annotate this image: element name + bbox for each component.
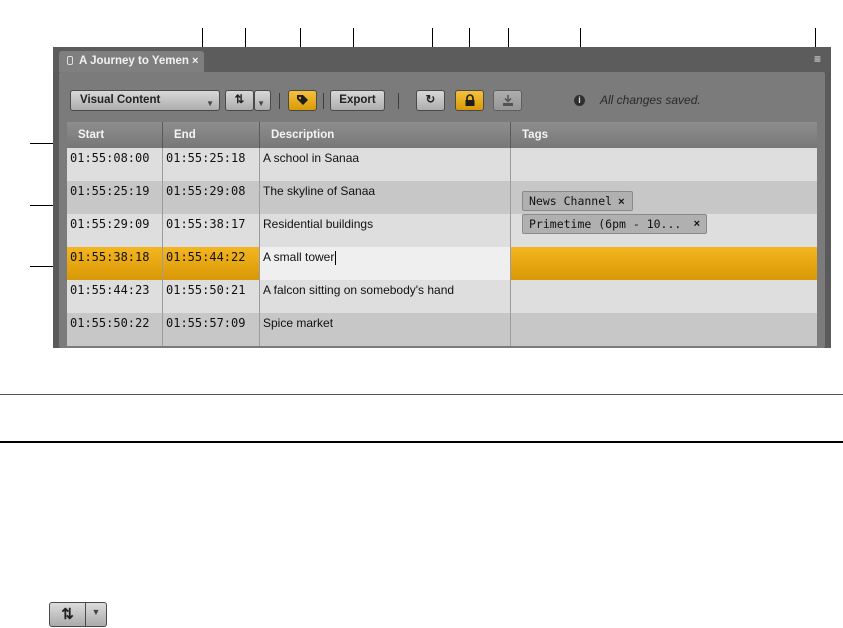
sort-menu-button[interactable]: ▼ (86, 602, 107, 627)
toolbar-divider (398, 93, 399, 109)
divider-rule (0, 394, 843, 395)
tags-cell[interactable] (511, 280, 817, 313)
dropdown-arrow-icon: ▼ (257, 99, 265, 108)
tab-title: A Journey to Yemen (79, 55, 189, 67)
column-header-start[interactable]: Start (67, 122, 163, 148)
panel-tab-bar: A Journey to Yemen × ≡ (53, 47, 831, 72)
sort-arrows-icon: ⇅ (61, 606, 74, 623)
start-cell[interactable]: 01:55:44:23 (67, 280, 163, 313)
lock-icon (465, 94, 474, 106)
description-cell[interactable]: The skyline of Sanaa (260, 181, 511, 214)
description-cell[interactable]: A falcon sitting on somebody's hand (260, 280, 511, 313)
tag-icon (297, 95, 308, 105)
tags-cell[interactable]: News Channel × (511, 181, 817, 214)
toolbar: Visual Content ▼ ⇅ ▼ Export ↻ i All chan… (59, 72, 825, 111)
end-cell[interactable]: 01:55:38:17 (163, 214, 260, 247)
tags-cell[interactable] (511, 313, 817, 346)
end-cell[interactable]: 01:55:50:21 (163, 280, 260, 313)
panel-content: Visual Content ▼ ⇅ ▼ Export ↻ i All chan… (59, 72, 825, 348)
save-status: All changes saved. (600, 93, 701, 107)
table-row[interactable]: 01:55:44:23 01:55:50:21 A falcon sitting… (67, 280, 817, 313)
info-icon: i (574, 95, 585, 106)
refresh-icon: ↻ (425, 94, 436, 106)
tags-cell[interactable] (511, 148, 817, 181)
tag-remove-icon[interactable]: × (618, 196, 624, 208)
tag-label: Primetime (6pm - 10... (529, 217, 682, 231)
table-row-selected[interactable]: 01:55:38:18 01:55:44:22 A small tower (67, 247, 817, 280)
metadata-panel: A Journey to Yemen × ≡ Visual Content ▼ ⇅… (53, 47, 831, 348)
tags-cell[interactable]: Primetime (6pm - 10... × (511, 214, 817, 247)
view-select[interactable]: Visual Content ▼ (70, 90, 220, 111)
column-header-description[interactable]: Description (260, 122, 511, 148)
dropdown-arrow-icon: ▼ (91, 607, 101, 617)
tab-close-icon[interactable]: × (192, 55, 198, 67)
tag-chip: News Channel × (522, 191, 633, 211)
sort-button[interactable]: ⇅ (225, 90, 254, 111)
import-button[interactable] (493, 90, 522, 111)
end-cell[interactable]: 01:55:57:09 (163, 313, 260, 346)
sort-menu-button[interactable]: ▼ (254, 90, 271, 111)
export-button[interactable]: Export (330, 90, 385, 111)
toolbar-divider (323, 93, 324, 109)
column-header-end[interactable]: End (163, 122, 260, 148)
start-cell[interactable]: 01:55:29:09 (67, 214, 163, 247)
tag-button[interactable] (288, 90, 317, 111)
import-icon (502, 95, 513, 106)
tags-cell[interactable] (511, 247, 817, 280)
metadata-table: Start End Description Tags 01:55:08:00 0… (67, 122, 817, 348)
sort-button[interactable]: ⇅ (49, 602, 86, 627)
table-row[interactable]: 01:55:29:09 01:55:38:17 Residential buil… (67, 214, 817, 247)
description-cell[interactable]: Spice market (260, 313, 511, 346)
description-edit-text: A small tower (263, 250, 335, 264)
table-header: Start End Description Tags (67, 122, 817, 148)
panel-tab[interactable]: A Journey to Yemen × (59, 51, 205, 72)
table-row[interactable]: 01:55:25:19 01:55:29:08 The skyline of S… (67, 181, 817, 214)
tag-label: News Channel (529, 194, 613, 208)
description-edit-field[interactable]: A small tower (260, 247, 511, 280)
end-cell[interactable]: 01:55:25:18 (163, 148, 260, 181)
sort-arrows-icon: ⇅ (234, 94, 245, 106)
column-header-tags[interactable]: Tags (511, 122, 817, 148)
hamburger-menu-icon[interactable]: ≡ (812, 53, 823, 65)
end-cell[interactable]: 01:55:44:22 (163, 247, 260, 280)
start-cell[interactable]: 01:55:25:19 (67, 181, 163, 214)
lock-button[interactable] (455, 90, 484, 111)
view-select-value: Visual Content (80, 94, 161, 106)
start-cell[interactable]: 01:55:50:22 (67, 313, 163, 346)
description-cell[interactable]: A school in Sanaa (260, 148, 511, 181)
table-row[interactable]: 01:55:50:22 01:55:57:09 Spice market (67, 313, 817, 346)
divider-rule (0, 441, 843, 443)
dropdown-arrow-icon: ▼ (206, 99, 214, 108)
toolbar-divider (279, 93, 280, 109)
tag-remove-icon[interactable]: × (694, 215, 700, 233)
end-cell[interactable]: 01:55:29:08 (163, 181, 260, 214)
sort-split-button: ⇅ ▼ (49, 602, 107, 627)
tab-grip-icon (67, 56, 73, 66)
description-cell[interactable]: Residential buildings (260, 214, 511, 247)
start-cell[interactable]: 01:55:38:18 (67, 247, 163, 280)
start-cell[interactable]: 01:55:08:00 (67, 148, 163, 181)
table-row[interactable]: 01:55:08:00 01:55:25:18 A school in Sana… (67, 148, 817, 181)
tag-chip: Primetime (6pm - 10... × (522, 214, 707, 234)
refresh-button[interactable]: ↻ (416, 90, 445, 111)
text-cursor (335, 250, 337, 265)
